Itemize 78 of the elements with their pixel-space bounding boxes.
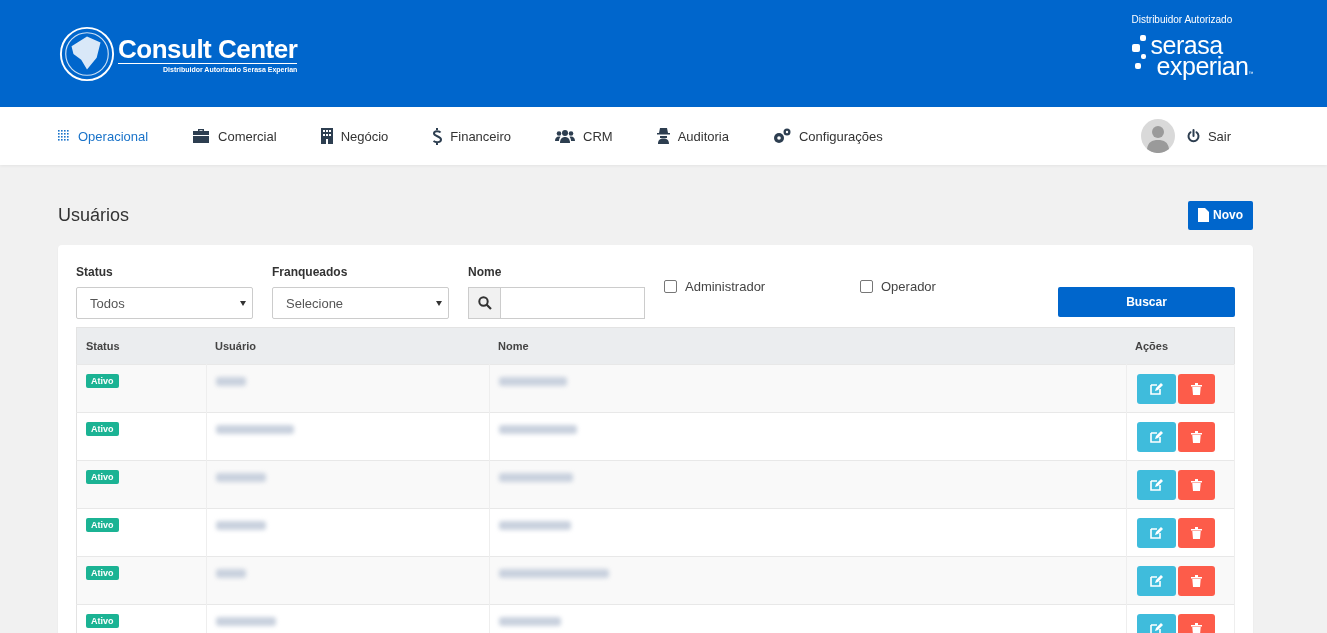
status-badge: Ativo (86, 374, 119, 388)
nav-item[interactable]: Negócio (320, 127, 389, 145)
trash-icon (1190, 527, 1202, 539)
edit-icon (1149, 479, 1163, 491)
logo-title: Consult Center (118, 34, 298, 64)
name-input[interactable] (501, 287, 645, 319)
globe-logo-icon (58, 24, 116, 83)
edit-button[interactable] (1136, 566, 1176, 596)
nav-item[interactable]: Operacional (58, 127, 149, 145)
status-badge: Ativo (86, 518, 119, 532)
checkbox[interactable] (860, 280, 873, 293)
delete-button[interactable] (1177, 566, 1215, 596)
edit-icon (1149, 623, 1163, 633)
column-header: Nome (489, 327, 1126, 365)
column-header: Ações (1126, 327, 1235, 365)
edit-icon (1149, 431, 1163, 443)
users-icon (555, 129, 576, 143)
avatar-icon[interactable] (1140, 119, 1175, 153)
blurred-text (215, 617, 276, 626)
delete-button[interactable] (1177, 518, 1215, 548)
edit-icon (1149, 383, 1163, 395)
field-label: Nome (468, 265, 503, 281)
edit-button[interactable] (1136, 470, 1176, 500)
checkbox-label[interactable]: Operador (860, 279, 1037, 294)
status-badge: Ativo (86, 566, 119, 580)
status-select[interactable]: Todos (76, 287, 253, 319)
edit-button[interactable] (1136, 374, 1176, 404)
search-button[interactable]: Buscar (1058, 287, 1235, 317)
column-header: Usuário (206, 327, 489, 365)
nav-item[interactable]: Financeiro (432, 127, 512, 145)
page-title: Usuários (58, 204, 130, 226)
checkbox[interactable] (664, 280, 677, 293)
delete-button[interactable] (1177, 422, 1215, 452)
blurred-text (215, 569, 246, 578)
blurred-text (498, 377, 567, 386)
franchise-select[interactable]: Selecione (272, 287, 449, 319)
status-badge: Ativo (86, 614, 119, 628)
nav-item[interactable]: Auditoria (656, 127, 729, 145)
edit-button[interactable] (1136, 518, 1176, 548)
document-icon (1198, 208, 1209, 222)
edit-button[interactable] (1136, 422, 1176, 452)
briefcase-icon (192, 129, 211, 143)
nav-item[interactable]: Comercial (192, 127, 277, 145)
status-badge: Ativo (86, 422, 119, 436)
logout-link[interactable]: Sair (1186, 128, 1231, 144)
building-icon (320, 128, 333, 144)
search-icon (477, 296, 492, 310)
dots-logo-icon (1131, 35, 1148, 71)
caret-icon (436, 301, 442, 306)
partner-caption: Distribuidor Autorizado (1131, 14, 1233, 25)
caret-icon (240, 301, 246, 306)
trash-icon (1190, 383, 1202, 395)
edit-icon (1149, 527, 1163, 539)
grid-icon (58, 130, 70, 142)
trash-icon (1190, 479, 1202, 491)
column-header: Status (76, 327, 206, 365)
gears-icon (772, 128, 791, 144)
trash-icon (1190, 623, 1202, 633)
delete-button[interactable] (1177, 470, 1215, 500)
trash-icon (1190, 575, 1202, 587)
nav-item[interactable]: CRM (555, 127, 613, 145)
field-label: Franqueados (272, 265, 349, 281)
new-button[interactable]: Novo (1188, 200, 1253, 230)
status-badge: Ativo (86, 470, 119, 484)
checkbox-label[interactable]: Administrador (664, 279, 841, 294)
blurred-text (215, 521, 266, 530)
blurred-text (215, 377, 246, 386)
blurred-text (215, 473, 266, 482)
trash-icon (1190, 431, 1202, 443)
nav-item[interactable]: Configurações (772, 127, 883, 145)
spy-icon (656, 128, 670, 144)
partner-name: serasa (1150, 35, 1223, 56)
blurred-text (498, 617, 561, 626)
field-label: Status (76, 265, 114, 281)
power-icon (1186, 129, 1200, 143)
dollar-icon (432, 127, 443, 145)
delete-button[interactable] (1177, 374, 1215, 404)
edit-icon (1149, 575, 1163, 587)
